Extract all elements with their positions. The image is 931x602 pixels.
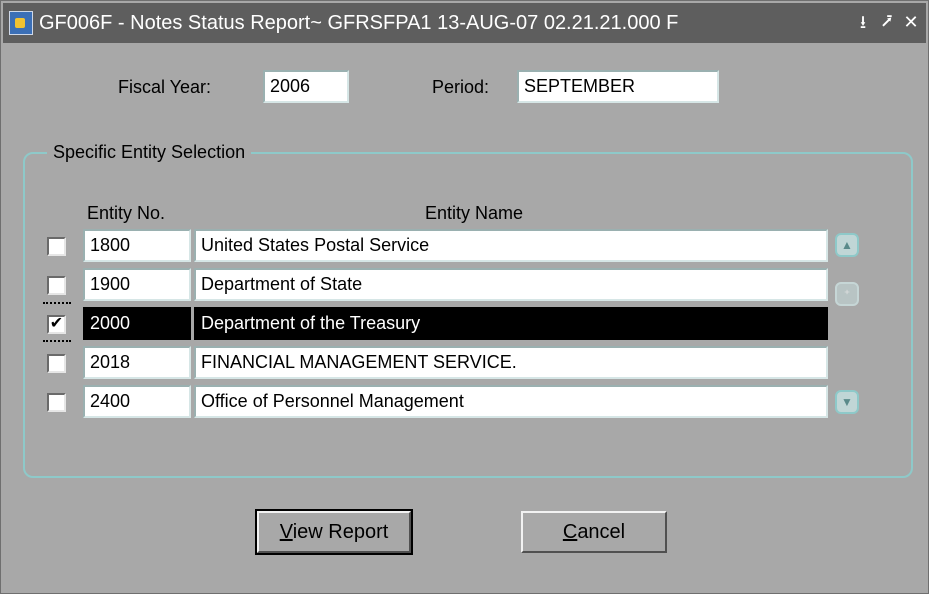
app-icon — [9, 11, 33, 35]
row-checkbox-checked[interactable]: ✔ — [47, 315, 66, 334]
entity-name-field[interactable]: Department of State — [194, 268, 828, 301]
view-report-button[interactable]: View Report — [255, 509, 413, 555]
entity-name-field[interactable]: Office of Personnel Management — [194, 385, 828, 418]
cancel-label: ancel — [577, 521, 626, 543]
row-checkbox[interactable] — [47, 276, 66, 295]
focus-indicator-bottom — [43, 340, 71, 342]
cancel-mnemonic: C — [562, 521, 578, 543]
scroll-thumb-icon[interactable]: ⁺ — [835, 282, 859, 306]
entity-name-field[interactable]: Department of the Treasury — [194, 307, 828, 340]
entity-no-field[interactable]: 1900 — [83, 268, 191, 301]
view-report-mnemonic: V — [279, 521, 293, 543]
table-row: 1800 United States Postal Service — [1, 229, 861, 265]
entity-no-header: Entity No. — [87, 203, 166, 223]
maximize-icon[interactable]: ⭷ — [876, 11, 898, 33]
fiscal-year-label: Fiscal Year: — [118, 77, 212, 97]
table-row: 2400 Office of Personnel Management — [1, 385, 861, 421]
entity-no-field[interactable]: 1800 — [83, 229, 191, 262]
fiscal-year-field[interactable]: 2006 — [263, 70, 349, 103]
table-row-selected: ✔ 2000 Department of the Treasury — [1, 307, 861, 343]
row-checkbox[interactable] — [47, 393, 66, 412]
view-report-label: iew Report — [292, 521, 389, 543]
period-label: Period: — [432, 77, 490, 97]
period-field[interactable]: SEPTEMBER — [517, 70, 719, 103]
row-checkbox[interactable] — [47, 354, 66, 373]
entity-no-field[interactable]: 2000 — [83, 307, 191, 340]
entity-name-header: Entity Name — [425, 203, 524, 223]
minimize-icon[interactable]: ⭳ — [852, 11, 874, 33]
row-checkbox[interactable] — [47, 237, 66, 256]
group-title: Specific Entity Selection — [47, 142, 252, 163]
title-bar[interactable]: GF006F - Notes Status Report~ GFRSFPA1 1… — [3, 3, 926, 43]
close-icon[interactable]: ✕ — [900, 11, 922, 33]
table-row: 2018 FINANCIAL MANAGEMENT SERVICE. — [1, 346, 861, 382]
entity-name-field[interactable]: United States Postal Service — [194, 229, 828, 262]
scroll-up-icon[interactable]: ▲ — [835, 233, 859, 257]
scroll-down-icon[interactable]: ▼ — [835, 390, 859, 414]
entity-name-field[interactable]: FINANCIAL MANAGEMENT SERVICE. — [194, 346, 828, 379]
window-title: GF006F - Notes Status Report~ GFRSFPA1 1… — [39, 12, 679, 34]
cancel-button[interactable]: Cancel — [521, 511, 667, 553]
notes-status-report-window: GF006F - Notes Status Report~ GFRSFPA1 1… — [0, 0, 929, 594]
table-row: 1900 Department of State — [1, 268, 861, 304]
focus-indicator-top — [43, 302, 71, 304]
entity-no-field[interactable]: 2400 — [83, 385, 191, 418]
entity-no-field[interactable]: 2018 — [83, 346, 191, 379]
